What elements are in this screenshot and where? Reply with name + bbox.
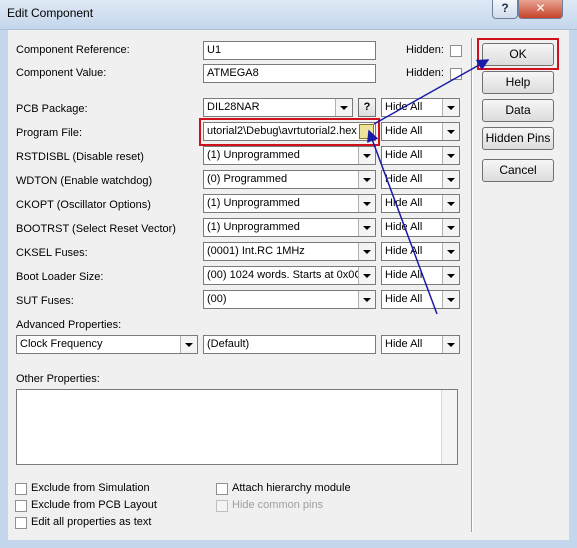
arrow-to-folder (367, 129, 438, 315)
annotation-arrows (367, 59, 490, 315)
arrow-to-ok (373, 59, 490, 125)
